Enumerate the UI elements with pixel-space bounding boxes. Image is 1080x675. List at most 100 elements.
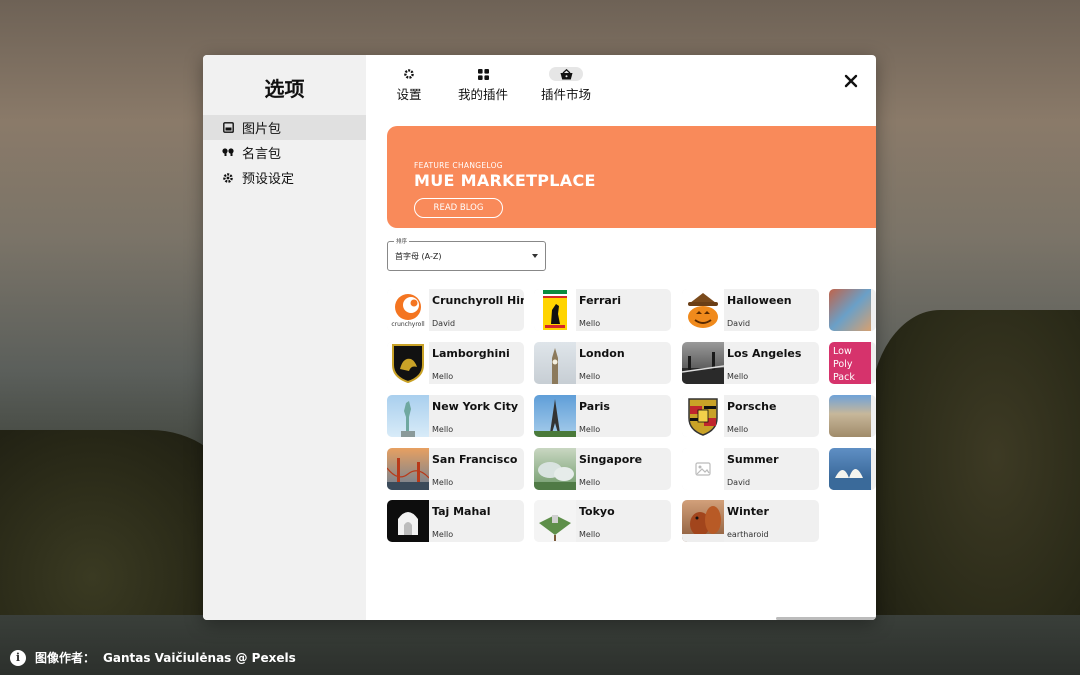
item-card-summer[interactable]: Summer David: [682, 448, 819, 490]
item-name: Summer: [727, 453, 779, 466]
item-thumbnail: [829, 289, 871, 331]
item-card-partial-rome[interactable]: [829, 395, 876, 437]
horizontal-scrollbar[interactable]: [776, 617, 876, 620]
item-thumbnail: [682, 500, 724, 542]
gear-icon: [392, 67, 426, 81]
item-thumbnail: [387, 342, 429, 384]
item-name: Winter: [727, 505, 769, 518]
photo-credit: i 图像作者： Gantas Vaičiulėnas @ Pexels: [10, 649, 296, 666]
item-author: Mello: [432, 372, 454, 381]
item-thumbnail: [534, 289, 576, 331]
item-card-paris[interactable]: Paris Mello: [534, 395, 671, 437]
item-name: Lamborghini: [432, 347, 510, 360]
background-lake: [0, 615, 1080, 675]
credit-author[interactable]: Gantas Vaičiulėnas @ Pexels: [103, 651, 296, 665]
item-card-san-francisco[interactable]: San Francisco Mello: [387, 448, 524, 490]
sort-select[interactable]: 排序 首字母 (A-Z): [387, 237, 546, 271]
close-icon[interactable]: [843, 73, 859, 89]
item-name: Taj Mahal: [432, 505, 491, 518]
item-card-taj-mahal[interactable]: Taj Mahal Mello: [387, 500, 524, 542]
item-card-lamborghini[interactable]: Lamborghini Mello: [387, 342, 524, 384]
item-author: David: [432, 319, 456, 328]
item-thumbnail: [682, 342, 724, 384]
item-card-los-angeles[interactable]: Los Angeles Mello: [682, 342, 819, 384]
info-icon[interactable]: i: [10, 649, 26, 666]
item-author: Mello: [432, 530, 454, 539]
chevron-down-icon: [532, 254, 538, 258]
item-name: New York City: [432, 400, 519, 413]
marketplace-content: 设置 我的插件 插件市场 FEATURE CHANGELOG MUE MARKE…: [366, 55, 876, 620]
item-author: Mello: [432, 478, 454, 487]
item-card-low-poly-pack[interactable]: Low Poly Pack: [829, 342, 876, 384]
options-modal: 选项 图片包 名言包 预设设定 设置 我的插件 插件市场 FEATURE CHA…: [203, 55, 876, 620]
item-thumbnail: [387, 448, 429, 490]
item-card-partial[interactable]: [829, 289, 876, 331]
item-thumbnail: [534, 500, 576, 542]
gear-icon: [221, 171, 235, 185]
item-card-tokyo[interactable]: Tokyo Mello: [534, 500, 671, 542]
item-name: Tokyo: [579, 505, 615, 518]
item-card-london[interactable]: London Mello: [534, 342, 671, 384]
item-thumbnail: [682, 289, 724, 331]
tab-label: 插件市场: [541, 87, 592, 102]
item-thumbnail: [829, 395, 871, 437]
sidebar-item-label: 名言包: [242, 147, 282, 162]
basket-icon: [549, 67, 583, 81]
item-author: David: [727, 319, 751, 328]
tab-marketplace[interactable]: 插件市场: [541, 67, 591, 103]
tab-settings[interactable]: 设置: [392, 67, 426, 103]
read-blog-button[interactable]: READ BLOG: [414, 198, 503, 218]
item-thumbnail: [534, 395, 576, 437]
grid-icon: [466, 67, 500, 81]
item-card-partial-sydney[interactable]: [829, 448, 876, 490]
item-name: Singapore: [579, 453, 643, 466]
item-author: Mello: [432, 425, 454, 434]
crunchyroll-wordmark: crunchyroll: [391, 320, 425, 328]
item-name: London: [579, 347, 625, 360]
low-poly-label: Low Poly Pack: [833, 346, 855, 383]
item-thumbnail: crunchyroll: [387, 289, 429, 331]
item-name: San Francisco: [432, 453, 518, 466]
item-card-crunchyroll-hime[interactable]: crunchyroll Crunchyroll Hime David: [387, 289, 524, 331]
image-icon: [221, 121, 235, 135]
item-thumbnail: [387, 500, 429, 542]
item-author: Mello: [579, 478, 601, 487]
item-name: Porsche: [727, 400, 777, 413]
item-name: Halloween: [727, 294, 792, 307]
item-card-porsche[interactable]: Porsche Mello: [682, 395, 819, 437]
sidebar-item-photo-packs[interactable]: 图片包: [203, 115, 366, 140]
sidebar-item-label: 图片包: [242, 122, 282, 137]
item-thumbnail: [682, 395, 724, 437]
sort-value: 首字母 (A-Z): [395, 252, 442, 261]
sidebar-item-quote-packs[interactable]: 名言包: [203, 140, 366, 165]
item-author: Mello: [579, 425, 601, 434]
credit-prefix: 图像作者：: [35, 651, 96, 665]
item-card-winter[interactable]: Winter eartharoid: [682, 500, 819, 542]
sidebar-item-preset-settings[interactable]: 预设设定: [203, 165, 366, 190]
item-name: Ferrari: [579, 294, 621, 307]
image-placeholder-icon: [682, 448, 724, 490]
sidebar: 选项 图片包 名言包 预设设定: [203, 55, 366, 620]
item-card-new-york-city[interactable]: New York City Mello: [387, 395, 524, 437]
item-author: Mello: [579, 372, 601, 381]
item-author: Mello: [579, 530, 601, 539]
item-card-singapore[interactable]: Singapore Mello: [534, 448, 671, 490]
item-thumbnail: [387, 395, 429, 437]
tab-label: 我的插件: [458, 87, 509, 102]
item-name: Crunchyroll Hime: [432, 294, 524, 307]
item-card-halloween[interactable]: Halloween David: [682, 289, 819, 331]
item-name: Los Angeles: [727, 347, 802, 360]
banner-kicker: FEATURE CHANGELOG: [414, 161, 503, 170]
banner-title: MUE MARKETPLACE: [414, 171, 596, 190]
tab-my-addons[interactable]: 我的插件: [458, 67, 508, 103]
sidebar-title: 选项: [264, 77, 305, 101]
item-author: David: [727, 478, 751, 487]
marketplace-banner: FEATURE CHANGELOG MUE MARKETPLACE READ B…: [387, 126, 876, 228]
item-author: eartharoid: [727, 530, 769, 539]
item-thumbnail: [829, 448, 871, 490]
item-card-ferrari[interactable]: Ferrari Mello: [534, 289, 671, 331]
item-name: Paris: [579, 400, 610, 413]
item-author: Mello: [727, 372, 749, 381]
quote-icon: [221, 146, 235, 160]
item-author: Mello: [579, 319, 601, 328]
